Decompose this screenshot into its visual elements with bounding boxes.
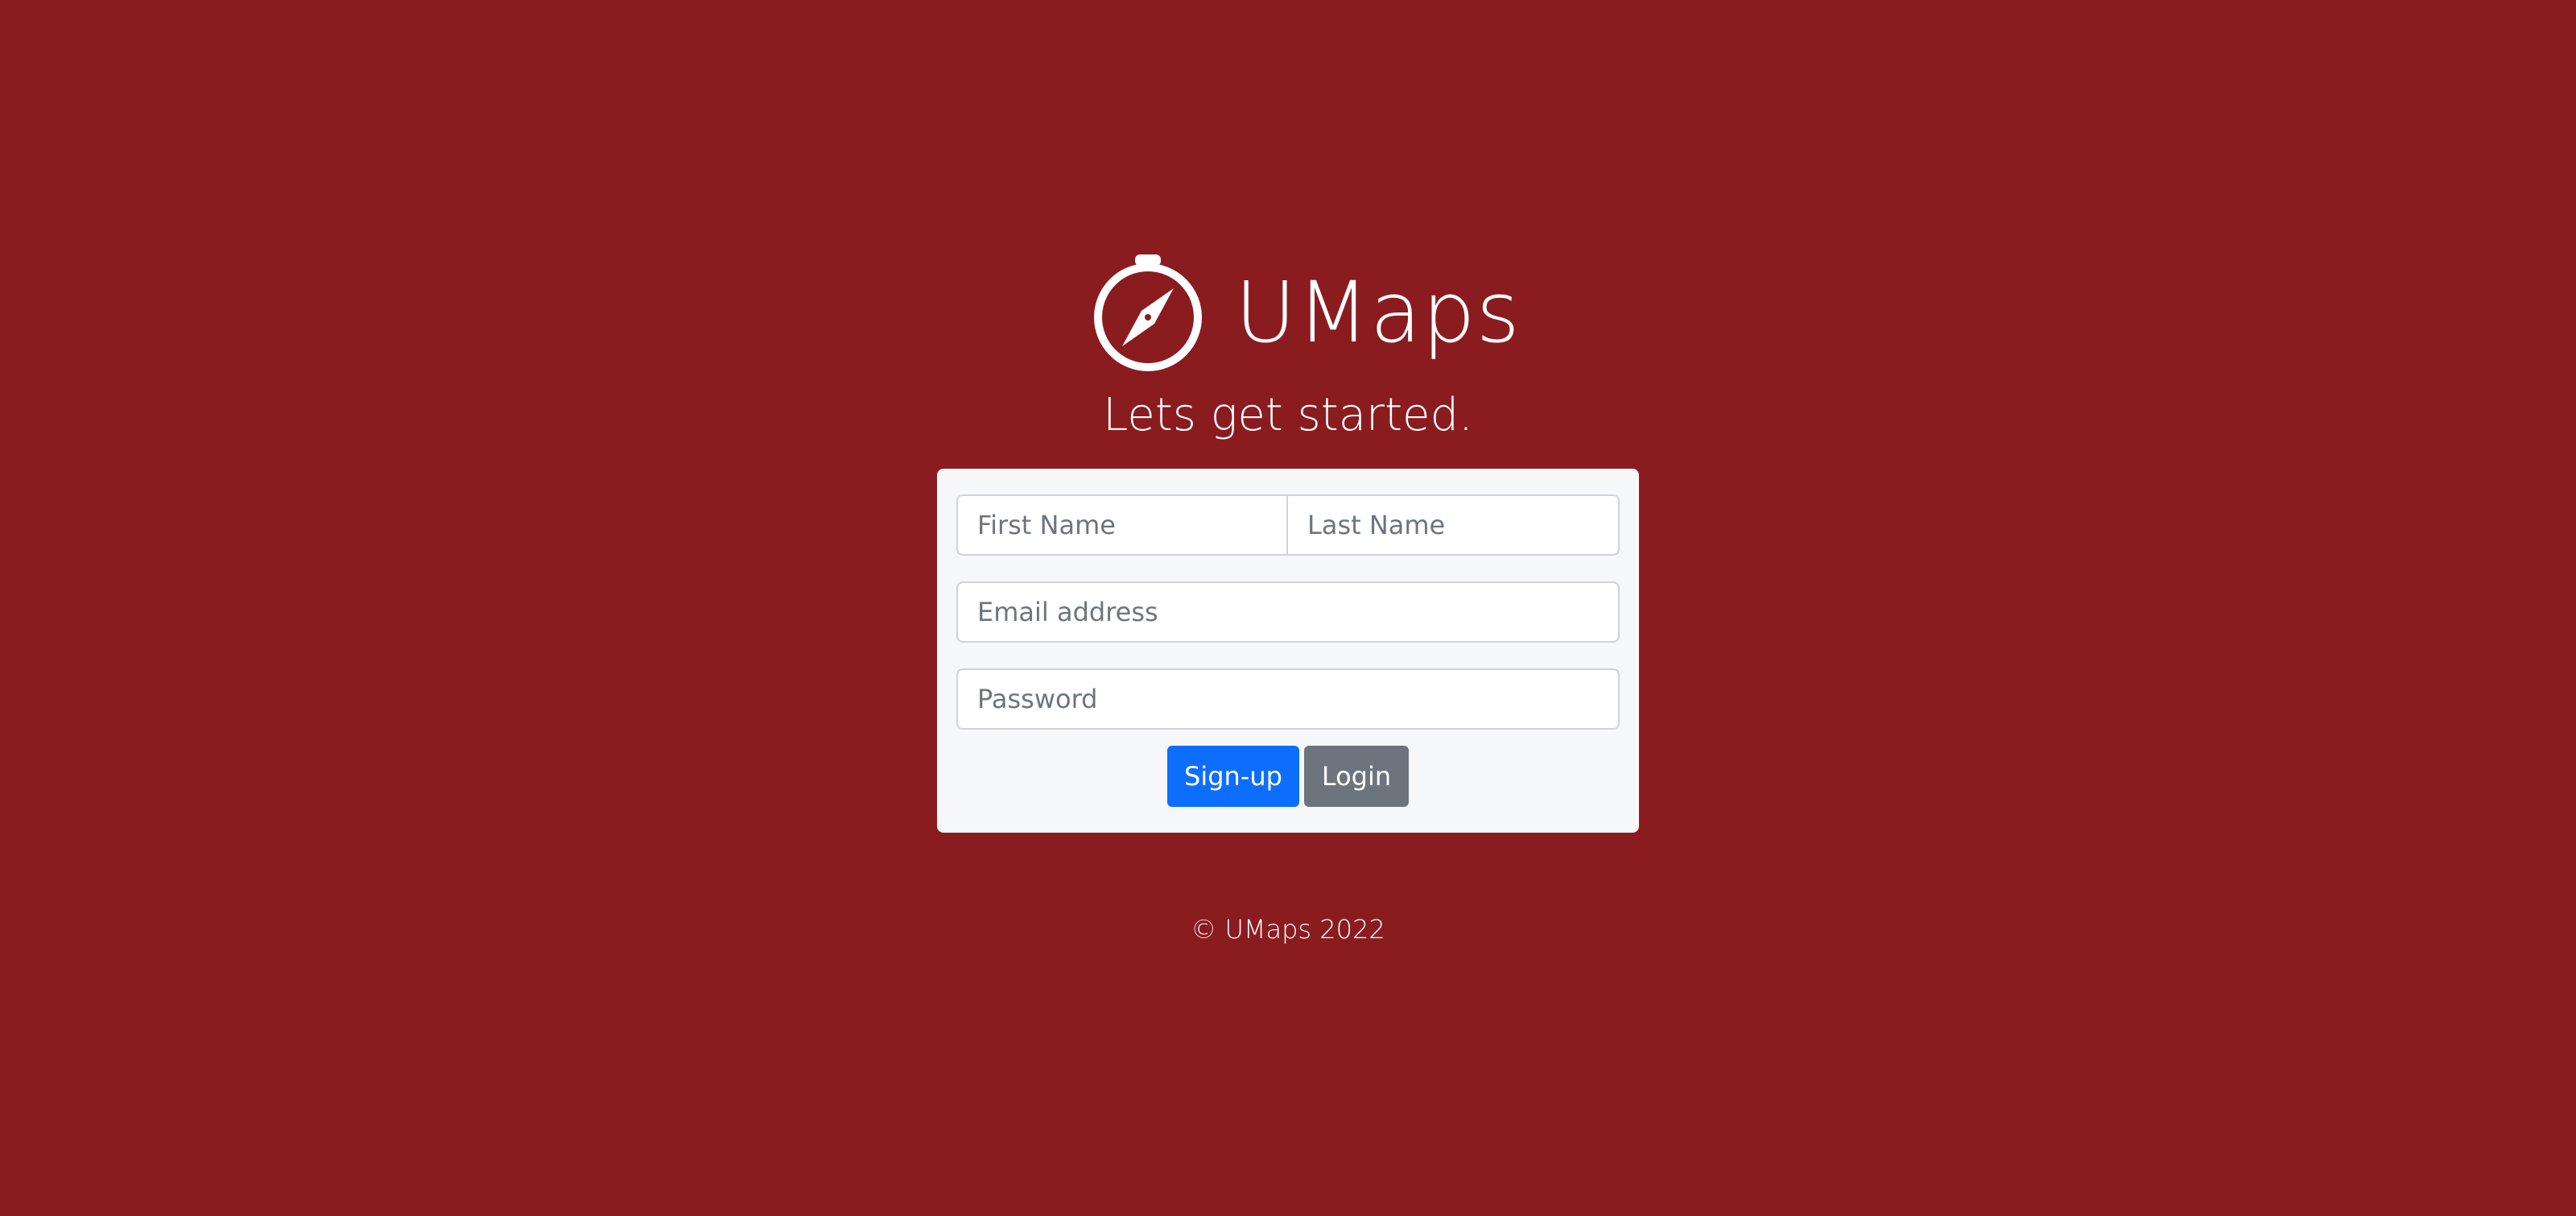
compass-icon: [1090, 251, 1206, 374]
footer-copyright: © UMaps 2022: [1191, 914, 1385, 945]
brand-header: UMaps: [1090, 251, 1521, 374]
password-field[interactable]: [956, 668, 1620, 730]
first-name-field[interactable]: [956, 494, 1288, 556]
signup-button[interactable]: Sign-up: [1167, 746, 1299, 807]
brand-title: UMaps: [1235, 263, 1521, 362]
login-button[interactable]: Login: [1304, 746, 1409, 807]
page-tagline: Lets get started.: [1103, 389, 1473, 441]
last-name-field[interactable]: [1286, 494, 1620, 556]
email-field[interactable]: [956, 581, 1620, 643]
signup-form-card: Sign-up Login: [937, 469, 1639, 833]
